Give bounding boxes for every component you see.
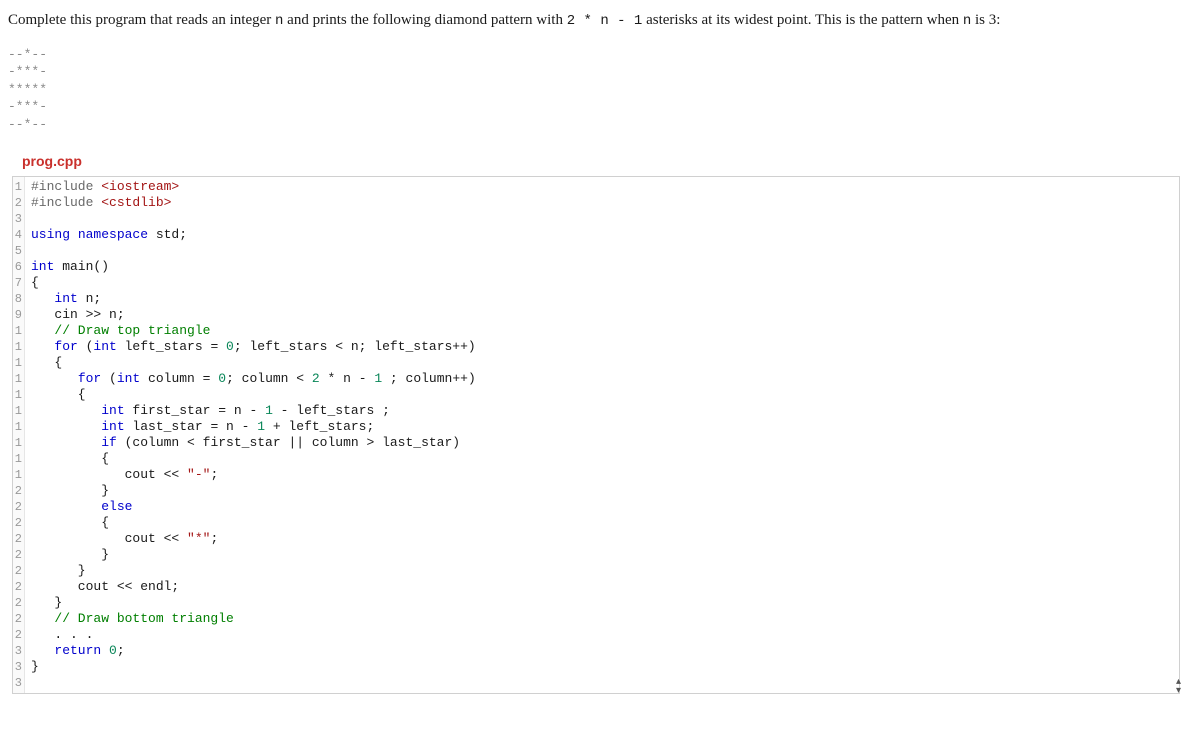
code-editor: 1 2 3 4 5 6 7 8 9 1 1 1 1 1 1 1 1 1 1 2 …: [12, 176, 1180, 694]
indent: [31, 435, 101, 450]
code-text: ; column <: [226, 371, 312, 386]
brace: {: [31, 275, 39, 290]
code-text: ;: [117, 643, 125, 658]
problem-statement: Complete this program that reads an inte…: [8, 10, 1192, 32]
number: 1: [265, 403, 273, 418]
keyword: return: [54, 643, 101, 658]
keyword: else: [101, 499, 132, 514]
code-text: * n -: [320, 371, 375, 386]
line-number-gutter: 1 2 3 4 5 6 7 8 9 1 1 1 1 1 1 1 1 1 1 2 …: [13, 177, 25, 693]
number: 0: [109, 643, 117, 658]
type: int: [117, 371, 140, 386]
code-text: cout << endl;: [31, 579, 179, 594]
type: int: [31, 259, 54, 274]
include-header: <iostream>: [101, 179, 179, 194]
number: 0: [218, 371, 226, 386]
code-text: ;: [210, 531, 218, 546]
number: 1: [374, 371, 382, 386]
number: 0: [226, 339, 234, 354]
indent: [31, 403, 101, 418]
string: "-": [187, 467, 210, 482]
code-text: [101, 643, 109, 658]
string: "*": [187, 531, 210, 546]
type: int: [101, 419, 124, 434]
type: int: [93, 339, 116, 354]
problem-prefix: Complete this program that reads an inte…: [8, 12, 275, 28]
brace: }: [31, 595, 62, 610]
preproc: #include: [31, 195, 101, 210]
indent: [31, 371, 78, 386]
code-text: first_star = n -: [125, 403, 265, 418]
scroll-down-icon[interactable]: ▾: [1176, 686, 1181, 695]
code-text: . . .: [31, 627, 93, 642]
brace: }: [31, 659, 39, 674]
type: int: [101, 403, 124, 418]
code-text: ; column++): [382, 371, 476, 386]
code-text: - left_stars ;: [273, 403, 390, 418]
problem-mid2: asterisks at its widest point. This is t…: [642, 12, 963, 28]
diamond-pattern-example: --*-- -***- ***** -***- --*--: [8, 46, 1192, 134]
indent: [31, 643, 54, 658]
keyword: for: [78, 371, 101, 386]
problem-expr: 2 * n - 1: [567, 13, 643, 29]
indent: [31, 339, 54, 354]
code-text: cout <<: [31, 467, 187, 482]
number: 2: [312, 371, 320, 386]
keyword: namespace: [70, 227, 148, 242]
code-listing[interactable]: #include <iostream> #include <cstdlib> u…: [25, 177, 1179, 693]
comment: // Draw bottom triangle: [54, 611, 233, 626]
source-filename: prog.cpp: [22, 151, 1192, 171]
indent: [31, 419, 101, 434]
keyword: using: [31, 227, 70, 242]
code-text: column =: [140, 371, 218, 386]
brace: }: [31, 483, 109, 498]
keyword: for: [54, 339, 77, 354]
brace: }: [31, 563, 86, 578]
code-text: (: [101, 371, 117, 386]
include-header: <cstdlib>: [101, 195, 171, 210]
problem-var-n2: n: [963, 13, 971, 29]
code-text: std;: [148, 227, 187, 242]
code-text: ; left_stars < n; left_stars++): [234, 339, 476, 354]
indent: [31, 291, 54, 306]
indent: [31, 323, 54, 338]
problem-mid1: and prints the following diamond pattern…: [283, 12, 566, 28]
brace: {: [31, 355, 62, 370]
preproc: #include: [31, 179, 101, 194]
brace: }: [31, 547, 109, 562]
code-text: left_stars =: [117, 339, 226, 354]
problem-mid3: is 3:: [971, 12, 1000, 28]
code-text: cin >> n;: [31, 307, 125, 322]
code-text: (: [78, 339, 94, 354]
keyword: if: [101, 435, 117, 450]
indent: [31, 499, 101, 514]
code-text: main(): [54, 259, 109, 274]
brace: {: [31, 387, 86, 402]
brace: {: [31, 515, 109, 530]
scroll-arrows[interactable]: ▴ ▾: [1176, 677, 1181, 695]
type: int: [54, 291, 77, 306]
code-text: n;: [78, 291, 101, 306]
code-text: last_star = n -: [125, 419, 258, 434]
code-text: + left_stars;: [265, 419, 374, 434]
code-text: (column < first_star || column > last_st…: [117, 435, 460, 450]
comment: // Draw top triangle: [54, 323, 210, 338]
code-text: ;: [210, 467, 218, 482]
number: 1: [257, 419, 265, 434]
code-text: cout <<: [31, 531, 187, 546]
indent: [31, 611, 54, 626]
brace: {: [31, 451, 109, 466]
